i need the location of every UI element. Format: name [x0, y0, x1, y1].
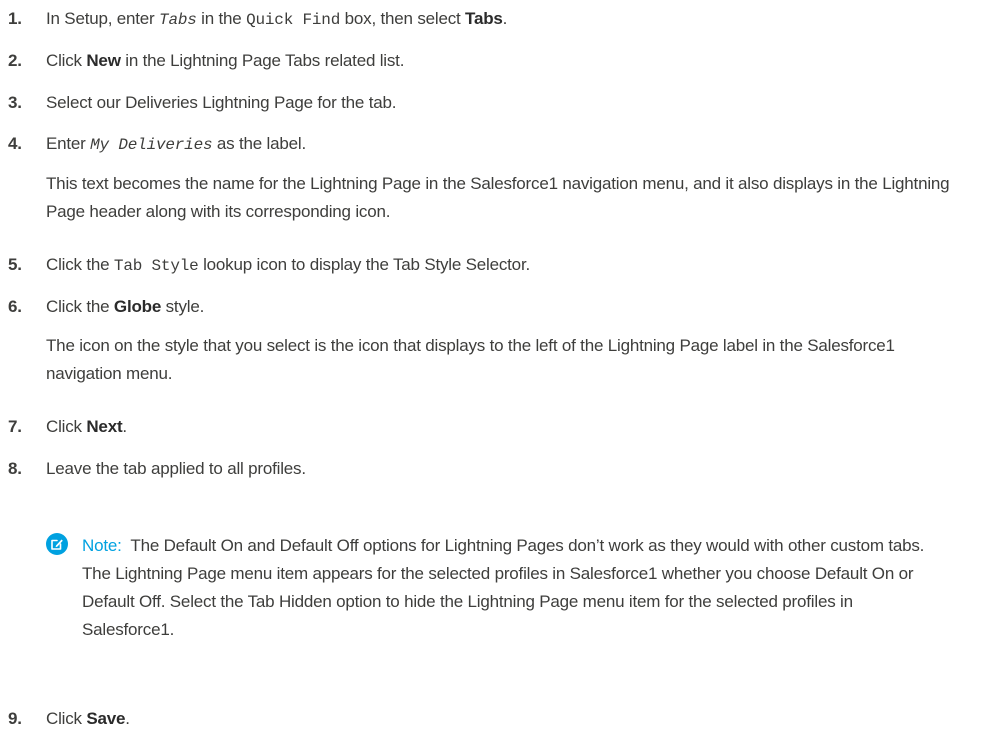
step-text-segment: Click [46, 51, 87, 70]
step-text-segment: . [125, 709, 130, 728]
step-number: 9. [8, 709, 22, 728]
code-literal: Tab Style [113, 257, 199, 275]
step-text: Select our Deliveries Lightning Page for… [46, 93, 397, 112]
pencil-square-icon [51, 539, 63, 550]
step-number: 6. [8, 297, 22, 316]
step-number: 1. [8, 9, 22, 28]
step-text: Click Save. [46, 708, 971, 730]
step-text-segment: in the Lightning Page Tabs related list. [120, 51, 405, 70]
code-literal: Quick Find [246, 11, 341, 29]
step-text-segment: lookup icon to display the Tab Style Sel… [198, 255, 530, 274]
ui-label-bold: Tabs [465, 9, 503, 28]
step-number: 7. [8, 417, 22, 436]
step-text: Click the Tab Style lookup icon to displ… [46, 254, 971, 277]
note-text: The Default On and Default Off options f… [82, 536, 925, 639]
ui-label-bold: New [86, 51, 121, 70]
step-text: Click Next. [46, 416, 971, 438]
step-6-detail: The icon on the style that you select is… [46, 336, 895, 383]
step-text-segment: box, then select [340, 9, 466, 28]
step-text: In Setup, enter Tabs in the Quick Find b… [46, 8, 971, 31]
step-4-detail: This text becomes the name for the Light… [46, 174, 950, 221]
note-label: Note: [82, 536, 122, 555]
step-text-segment: Enter [46, 134, 91, 153]
code-literal: Tabs [159, 11, 197, 29]
note-body: Note: The Default On and Default Off opt… [82, 532, 932, 644]
step-text: Click the Globe style. [46, 296, 971, 318]
step-text: Leave the tab applied to all profiles. [46, 459, 306, 478]
step-text-segment: as the label. [212, 134, 306, 153]
ui-label-bold: Globe [113, 297, 162, 316]
step-text-segment: style. [161, 297, 205, 316]
step-number: 8. [8, 459, 22, 478]
step-number: 2. [8, 51, 22, 70]
step-number: 5. [8, 255, 22, 274]
step-text-segment: Click [46, 709, 87, 728]
code-literal: My Deliveries [90, 136, 213, 154]
document: 1. In Setup, enter Tabs in the Quick Fin… [0, 0, 981, 748]
step-number: 4. [8, 134, 22, 153]
step-text-segment: in the [196, 9, 247, 28]
note-edit-icon [46, 533, 68, 555]
step-text-segment: Click [46, 417, 87, 436]
step-text: Enter My Deliveries as the label. [46, 133, 971, 156]
ui-label-bold: Next [86, 417, 123, 436]
step-text-segment: Click the [46, 255, 114, 274]
step-text-segment: In Setup, enter [46, 9, 160, 28]
step-number: 3. [8, 93, 22, 112]
step-text-segment: Click the [46, 297, 114, 316]
step-text: Click New in the Lightning Page Tabs rel… [46, 50, 971, 72]
step-text-segment: . [122, 417, 127, 436]
ui-label-bold: Save [86, 709, 126, 728]
step-text-segment: . [502, 9, 508, 28]
